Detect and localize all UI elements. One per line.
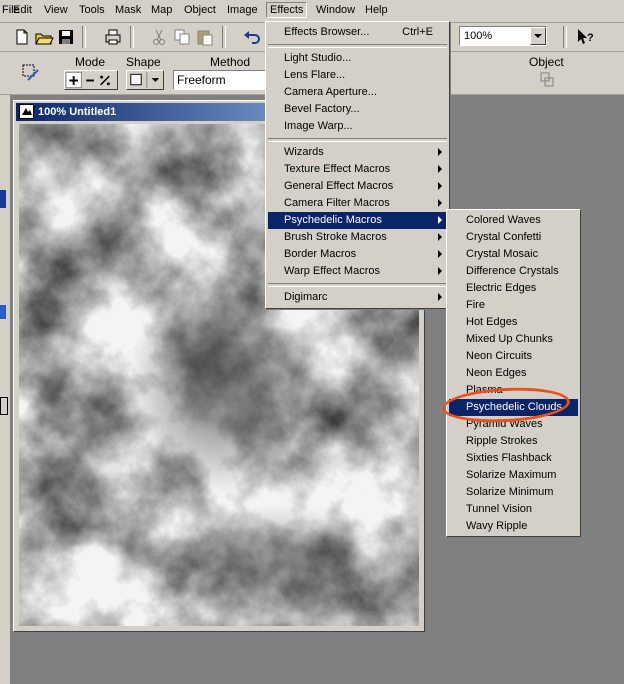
submenu-arrow-icon bbox=[438, 233, 442, 241]
method-label: Method bbox=[210, 55, 251, 69]
submenu-arrow-icon bbox=[438, 250, 442, 258]
copy-icon[interactable] bbox=[171, 26, 193, 48]
toolbox-tool-icon[interactable] bbox=[0, 190, 6, 208]
document-icon bbox=[19, 104, 34, 119]
toolbox-tool-icon[interactable] bbox=[0, 305, 6, 319]
toolbar-divider bbox=[130, 26, 134, 48]
submenu-item-wavy-ripple[interactable]: Wavy Ripple bbox=[449, 518, 578, 535]
menu-item-light-studio[interactable]: Light Studio... bbox=[268, 50, 447, 67]
cut-icon[interactable] bbox=[148, 26, 170, 48]
submenu-item-difference-crystals[interactable]: Difference Crystals bbox=[449, 263, 578, 280]
menu-item-camera-aperture[interactable]: Camera Aperture... bbox=[268, 84, 447, 101]
menu-item-wizards[interactable]: Wizards bbox=[268, 144, 447, 161]
document-title: 100% Untitled1 bbox=[38, 106, 117, 118]
submenu-arrow-icon bbox=[438, 182, 442, 190]
method-value: Freeform bbox=[177, 73, 226, 87]
menu-item-digimarc[interactable]: Digimarc bbox=[268, 289, 447, 306]
shape-label: Shape bbox=[126, 55, 161, 69]
toolbox-strip bbox=[0, 95, 10, 684]
menu-tools[interactable]: Tools bbox=[79, 4, 105, 16]
submenu-item-ripple-strokes[interactable]: Ripple Strokes bbox=[449, 433, 578, 450]
method-field[interactable]: Freeform bbox=[173, 70, 273, 90]
submenu-item-neon-circuits[interactable]: Neon Circuits bbox=[449, 348, 578, 365]
shape-selector[interactable] bbox=[126, 70, 164, 90]
zoom-value: 100% bbox=[464, 30, 493, 42]
submenu-arrow-icon bbox=[438, 293, 442, 301]
menu-item-warp-effect-macros[interactable]: Warp Effect Macros bbox=[268, 263, 447, 280]
svg-text:?: ? bbox=[587, 32, 594, 44]
submenu-arrow-icon bbox=[438, 148, 442, 156]
menu-separator bbox=[268, 283, 447, 287]
menu-separator bbox=[268, 44, 447, 48]
menu-item-lens-flare[interactable]: Lens Flare... bbox=[268, 67, 447, 84]
shortcut-label: Ctrl+E bbox=[402, 26, 433, 38]
toolbox-color-swatch[interactable] bbox=[0, 397, 8, 415]
submenu-item-solarize-minimum[interactable]: Solarize Minimum bbox=[449, 484, 578, 501]
submenu-item-electric-edges[interactable]: Electric Edges bbox=[449, 280, 578, 297]
menu-view[interactable]: View bbox=[44, 4, 68, 16]
menu-bar: File Edit View Tools Mask Map Object Ima… bbox=[0, 0, 624, 23]
object-tool-icon[interactable] bbox=[536, 69, 558, 91]
psychedelic-macros-submenu: Colored Waves Crystal Confetti Crystal M… bbox=[446, 209, 581, 537]
open-folder-icon[interactable] bbox=[33, 26, 55, 48]
submenu-item-fire[interactable]: Fire bbox=[449, 297, 578, 314]
submenu-item-crystal-confetti[interactable]: Crystal Confetti bbox=[449, 229, 578, 246]
zoom-combo[interactable]: 100% bbox=[459, 26, 547, 46]
context-help-icon[interactable]: ? bbox=[574, 26, 596, 48]
menu-item-psychedelic-macros[interactable]: Psychedelic Macros bbox=[268, 212, 447, 229]
object-label: Object bbox=[529, 55, 564, 69]
submenu-item-sixties-flashback[interactable]: Sixties Flashback bbox=[449, 450, 578, 467]
menu-item-image-warp[interactable]: Image Warp... bbox=[268, 118, 447, 135]
paste-icon[interactable] bbox=[194, 26, 216, 48]
submenu-item-crystal-mosaic[interactable]: Crystal Mosaic bbox=[449, 246, 578, 263]
submenu-item-tunnel-vision[interactable]: Tunnel Vision bbox=[449, 501, 578, 518]
submenu-item-colored-waves[interactable]: Colored Waves bbox=[449, 212, 578, 229]
menu-object[interactable]: Object bbox=[184, 4, 216, 16]
menu-window[interactable]: Window bbox=[316, 4, 355, 16]
menu-map[interactable]: Map bbox=[151, 4, 172, 16]
toolbar-divider bbox=[222, 26, 226, 48]
menu-help[interactable]: Help bbox=[365, 4, 388, 16]
submenu-item-neon-edges[interactable]: Neon Edges bbox=[449, 365, 578, 382]
toolbar-divider bbox=[563, 26, 567, 48]
mode-buttons[interactable] bbox=[64, 70, 118, 90]
submenu-arrow-icon bbox=[438, 216, 442, 224]
menu-effects[interactable]: Effects bbox=[266, 2, 308, 18]
save-icon[interactable] bbox=[55, 26, 77, 48]
mask-tool-icon[interactable] bbox=[20, 62, 42, 84]
submenu-arrow-icon bbox=[438, 165, 442, 173]
new-file-icon[interactable] bbox=[11, 26, 33, 48]
toolbar-divider bbox=[82, 26, 86, 48]
menu-image[interactable]: Image bbox=[227, 4, 258, 16]
submenu-arrow-icon bbox=[438, 199, 442, 207]
mode-label: Mode bbox=[75, 55, 106, 69]
submenu-item-solarize-maximum[interactable]: Solarize Maximum bbox=[449, 467, 578, 484]
menu-item-brush-stroke-macros[interactable]: Brush Stroke Macros bbox=[268, 229, 447, 246]
menu-item-effects-browser[interactable]: Effects Browser... Ctrl+E bbox=[268, 24, 447, 41]
undo-icon[interactable] bbox=[240, 26, 262, 48]
menu-edit[interactable]: Edit bbox=[13, 4, 32, 16]
menu-item-border-macros[interactable]: Border Macros bbox=[268, 246, 447, 263]
menu-mask[interactable]: Mask bbox=[115, 4, 141, 16]
zoom-dropdown-arrow[interactable] bbox=[530, 27, 546, 45]
submenu-arrow-icon bbox=[438, 267, 442, 275]
print-icon[interactable] bbox=[102, 26, 124, 48]
menu-item-texture-effect-macros[interactable]: Texture Effect Macros bbox=[268, 161, 447, 178]
menu-item-camera-filter-macros[interactable]: Camera Filter Macros bbox=[268, 195, 447, 212]
submenu-item-hot-edges[interactable]: Hot Edges bbox=[449, 314, 578, 331]
effects-menu: Effects Browser... Ctrl+E Light Studio...… bbox=[265, 21, 450, 309]
menu-item-general-effect-macros[interactable]: General Effect Macros bbox=[268, 178, 447, 195]
menu-item-bevel-factory[interactable]: Bevel Factory... bbox=[268, 101, 447, 118]
menu-separator bbox=[268, 138, 447, 142]
submenu-item-mixed-up-chunks[interactable]: Mixed Up Chunks bbox=[449, 331, 578, 348]
